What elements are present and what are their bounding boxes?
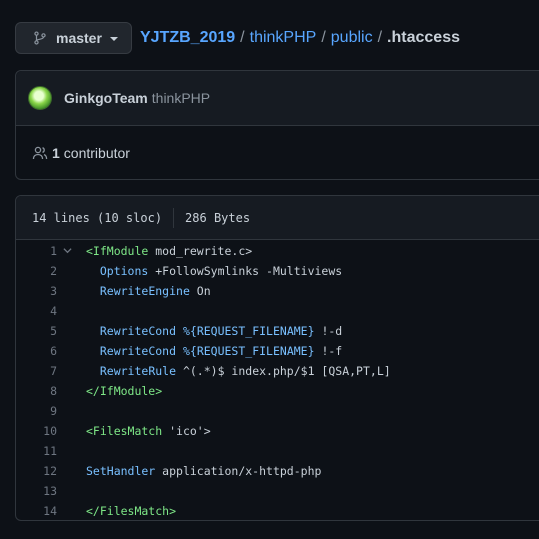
code-token: !-f: [314, 344, 343, 358]
code-token: ^(.*)$ index.php/$1 [QSA,PT,L]: [176, 364, 391, 378]
code-token: </FilesMatch>: [86, 504, 177, 518]
breadcrumb-repo-link[interactable]: YJTZB_2019: [140, 29, 235, 47]
line-content: RewriteRule ^(.*)$ index.php/$1 [QSA,PT,…: [86, 364, 391, 378]
code-token: 'ico'>: [162, 424, 211, 438]
code-line: 13: [16, 481, 539, 501]
line-number[interactable]: 14: [16, 504, 57, 518]
code-token: SetHandler: [86, 464, 156, 478]
line-content: </FilesMatch>: [86, 504, 176, 518]
line-content: <IfModule mod_rewrite.c>: [86, 244, 252, 258]
code-token: application/x-httpd-php: [155, 464, 322, 478]
line-content: Options +FollowSymlinks -Multiviews: [86, 264, 342, 278]
contributors-count: 1: [52, 145, 60, 161]
line-number[interactable]: 5: [16, 324, 57, 338]
code-token: <IfModule: [86, 244, 149, 258]
git-branch-icon: [34, 31, 46, 45]
line-content: <FilesMatch 'ico'>: [86, 424, 211, 438]
people-icon: [32, 146, 48, 160]
contributors-row[interactable]: 1 contributor: [16, 126, 539, 180]
line-number[interactable]: 4: [16, 304, 57, 318]
breadcrumb-file-name: .htaccess: [387, 29, 460, 46]
line-content: RewriteCond %{REQUEST_FILENAME} !-d: [86, 324, 342, 338]
breadcrumb-separator: /: [321, 29, 326, 46]
line-number[interactable]: 1: [16, 244, 57, 258]
breadcrumb-separator: /: [377, 29, 383, 46]
code-line: 5 RewriteCond %{REQUEST_FILENAME} !-d: [16, 321, 539, 341]
divider: [173, 207, 175, 228]
breadcrumb-link-thinkphp[interactable]: thinkPHP: [250, 29, 317, 47]
chevron-down-icon: [109, 37, 118, 41]
breadcrumb-separator: /: [240, 29, 245, 46]
code-line: 7 RewriteRule ^(.*)$ index.php/$1 [QSA,P…: [16, 361, 539, 381]
code-token: +FollowSymlinks -Multiviews: [148, 264, 343, 278]
code-token: RewriteEngine: [99, 284, 190, 298]
code-token: RewriteRule: [99, 364, 177, 378]
breadcrumb-link-public[interactable]: public: [331, 29, 373, 47]
line-number[interactable]: 11: [16, 444, 57, 458]
code-block: 1 <IfModule mod_rewrite.c> 2 Options +Foll…: [16, 240, 539, 520]
code-token: RewriteCond: [99, 324, 177, 338]
code-line: 3 RewriteEngine On: [16, 281, 539, 301]
commit-info-box: GinkgoTeam thinkPHP 1 contributor: [15, 70, 539, 180]
code-line: 14 </FilesMatch>: [16, 501, 539, 520]
breadcrumb: YJTZB_2019 / thinkPHP / public / .htacce…: [140, 29, 460, 47]
line-number[interactable]: 9: [16, 404, 57, 418]
code-line: 11: [16, 441, 539, 461]
line-number[interactable]: 13: [16, 484, 57, 498]
line-content: RewriteEngine On: [86, 284, 211, 298]
code-token: %{REQUEST_FILENAME}: [182, 344, 315, 358]
code-token: %{REQUEST_FILENAME}: [182, 324, 315, 338]
commit-message-link[interactable]: thinkPHP: [152, 90, 210, 106]
line-number[interactable]: 7: [16, 364, 57, 378]
line-number[interactable]: 10: [16, 424, 57, 438]
line-number[interactable]: 12: [16, 464, 57, 478]
code-line: 12 SetHandler application/x-httpd-php: [16, 461, 539, 481]
latest-commit-header: GinkgoTeam thinkPHP: [16, 71, 539, 126]
code-line: 2 Options +FollowSymlinks -Multiviews: [16, 261, 539, 281]
commit-author-link[interactable]: GinkgoTeam: [64, 90, 148, 106]
code-token: </IfModule>: [86, 384, 163, 398]
code-token: RewriteCond: [99, 344, 177, 358]
code-token: On: [189, 284, 211, 298]
code-line: 1 <IfModule mod_rewrite.c>: [16, 241, 539, 261]
branch-label: master: [56, 30, 102, 46]
code-line: 6 RewriteCond %{REQUEST_FILENAME} !-f: [16, 341, 539, 361]
line-number[interactable]: 8: [16, 384, 57, 398]
file-size: 286 Bytes: [185, 210, 251, 225]
code-line: 10 <FilesMatch 'ico'>: [16, 421, 539, 441]
line-number[interactable]: 6: [16, 344, 57, 358]
line-content: SetHandler application/x-httpd-php: [86, 464, 321, 478]
code-line: 4: [16, 301, 539, 321]
code-token: mod_rewrite.c>: [148, 244, 253, 258]
line-number[interactable]: 3: [16, 284, 57, 298]
code-token: Options: [99, 264, 149, 278]
line-number[interactable]: 2: [16, 264, 57, 278]
code-line: 9: [16, 401, 539, 421]
line-content: RewriteCond %{REQUEST_FILENAME} !-f: [86, 344, 342, 358]
file-viewer: 14 lines (10 sloc) 286 Bytes 1 <IfModule …: [15, 195, 539, 521]
contributors-label: contributor: [63, 145, 130, 161]
code-token: !-d: [314, 324, 343, 338]
file-lines-info: 14 lines (10 sloc): [32, 210, 163, 225]
line-content: </IfModule>: [86, 384, 162, 398]
file-info-header: 14 lines (10 sloc) 286 Bytes: [16, 196, 539, 240]
chevron-down-icon[interactable]: [63, 246, 72, 255]
avatar[interactable]: [28, 86, 52, 110]
branch-select-button[interactable]: master: [15, 22, 132, 54]
code-line: 8 </IfModule>: [16, 381, 539, 401]
code-token: <FilesMatch: [86, 424, 163, 438]
